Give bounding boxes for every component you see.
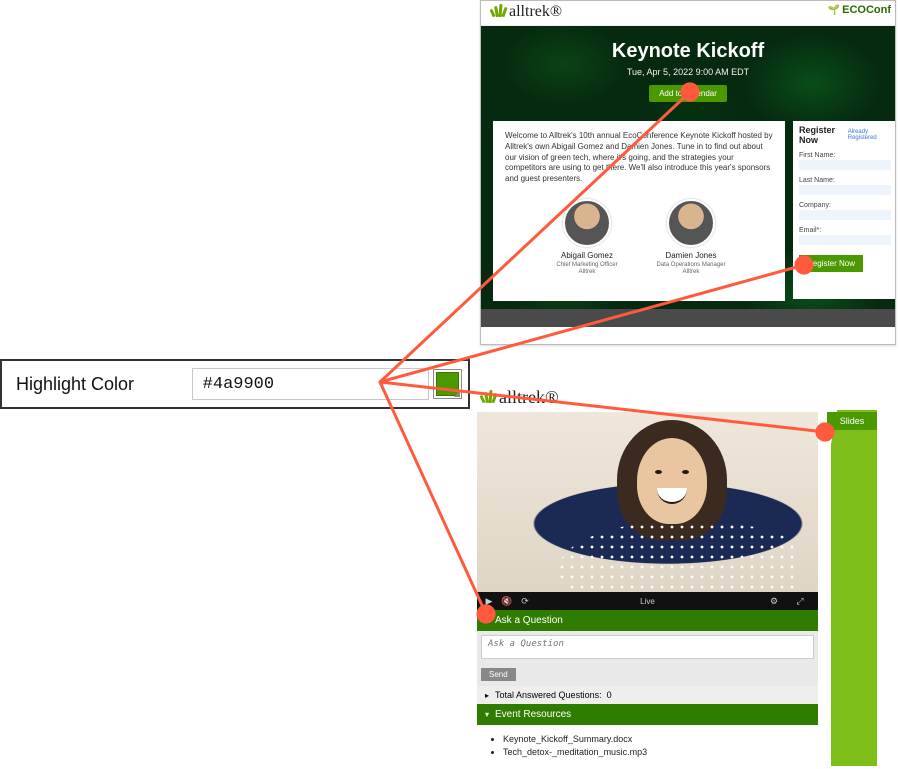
register-now-button[interactable]: Register Now: [799, 255, 863, 272]
first-name-input[interactable]: [799, 160, 891, 170]
mute-icon[interactable]: 🔇: [501, 596, 513, 607]
welcome-card: Welcome to Alltrek's 10th annual EcoConf…: [493, 121, 785, 301]
ecoconf-logo: ECOConf: [828, 4, 891, 16]
avatar: [563, 199, 611, 247]
chevron-right-icon: ▸: [485, 691, 489, 700]
resource-item[interactable]: Keynote_Kickoff_Summary.docx: [503, 734, 806, 744]
slides-tab[interactable]: Slides: [827, 412, 877, 430]
landing-footer: [481, 309, 895, 327]
total-answered-row[interactable]: ▸ Total Answered Questions: 0: [477, 686, 818, 704]
field-label: First Name:: [799, 152, 891, 159]
refresh-icon[interactable]: ⟳: [519, 596, 531, 607]
already-registered-link[interactable]: Already Registered: [848, 129, 891, 141]
leaf-icon: [491, 3, 507, 17]
ask-question-panel: Send: [477, 631, 818, 686]
preview-header: alltrek® ECOConf: [481, 1, 895, 26]
add-to-calendar-button[interactable]: Add to Calendar: [649, 85, 727, 102]
landing-body: Welcome to Alltrek's 10th annual EcoConf…: [481, 121, 895, 327]
presenter-1: Abigail Gomez Chief Marketing Officer Al…: [547, 199, 627, 276]
fullscreen-icon[interactable]: ⤢: [794, 596, 806, 607]
total-answered-count: 0: [607, 690, 612, 700]
last-name-input[interactable]: [799, 185, 891, 195]
dropdown-triangle-icon: [454, 391, 460, 397]
ask-question-header[interactable]: ▾ Ask a Question: [477, 610, 818, 631]
register-heading: Register Now: [799, 125, 848, 145]
alltrek-logo: alltrek®: [499, 388, 559, 406]
total-answered-label: Total Answered Questions:: [495, 690, 602, 700]
presenter-org: Alltrek: [651, 269, 731, 276]
event-resources-list: Keynote_Kickoff_Summary.docx Tech_detox-…: [477, 725, 818, 766]
live-label: Live: [640, 597, 655, 606]
play-icon[interactable]: ▶: [483, 596, 495, 607]
presenter-face-graphic: [645, 462, 699, 512]
highlight-color-control: Highlight Color: [0, 359, 470, 409]
email-input[interactable]: [799, 235, 891, 245]
presenter-name: Damien Jones: [651, 251, 731, 262]
field-label: Company:: [799, 202, 891, 209]
ask-question-label: Ask a Question: [495, 615, 563, 626]
viewer-header: alltrek®: [477, 386, 877, 410]
presenter-title: Chief Marketing Officer: [547, 262, 627, 269]
brand-name-text: alltrek: [499, 388, 545, 406]
landing-page-preview: alltrek® ECOConf Keynote Kickoff Tue, Ap…: [480, 0, 896, 345]
accent-stripe: [831, 410, 877, 766]
company-input[interactable]: [799, 210, 891, 220]
presenters-row: Abigail Gomez Chief Marketing Officer Al…: [505, 199, 773, 276]
chevron-down-icon: ▾: [485, 616, 489, 625]
hero-subtitle: Tue, Apr 5, 2022 9:00 AM EDT: [481, 67, 895, 77]
question-input[interactable]: [481, 635, 814, 659]
send-button[interactable]: Send: [481, 668, 516, 681]
presenter-2: Damien Jones Data Operations Manager All…: [651, 199, 731, 276]
resource-item[interactable]: Tech_detox-_meditation_music.mp3: [503, 747, 806, 757]
avatar: [667, 199, 715, 247]
register-form: Register Now Already Registered First Na…: [793, 121, 895, 299]
color-picker-button[interactable]: [433, 369, 462, 399]
highlight-color-label: Highlight Color: [2, 374, 192, 395]
alltrek-logo: alltrek®: [509, 4, 562, 20]
hero-title: Keynote Kickoff: [481, 26, 895, 63]
settings-icon[interactable]: ⚙: [768, 596, 780, 607]
video-control-bar: ▶ 🔇 ⟳ Live ⚙ ⤢: [477, 592, 818, 610]
video-player[interactable]: [477, 412, 818, 592]
highlight-color-input[interactable]: [192, 368, 429, 400]
webinar-viewer-preview: alltrek® Slides ▶ 🔇 ⟳ Live ⚙ ⤢ ▾ Ask a Q…: [477, 386, 877, 766]
brand-name-text: alltrek: [509, 4, 550, 20]
presenter-name: Abigail Gomez: [547, 251, 627, 262]
presenter-org: Alltrek: [547, 269, 627, 276]
leaf-icon: [481, 389, 497, 403]
event-resources-label: Event Resources: [495, 709, 571, 720]
chevron-down-icon: ▾: [485, 710, 489, 719]
welcome-text: Welcome to Alltrek's 10th annual EcoConf…: [505, 131, 773, 185]
presenter-title: Data Operations Manager: [651, 262, 731, 269]
field-label: Email*:: [799, 227, 891, 234]
field-label: Last Name:: [799, 177, 891, 184]
event-resources-header[interactable]: ▾ Event Resources: [477, 704, 818, 725]
hero-banner: Keynote Kickoff Tue, Apr 5, 2022 9:00 AM…: [481, 26, 895, 121]
